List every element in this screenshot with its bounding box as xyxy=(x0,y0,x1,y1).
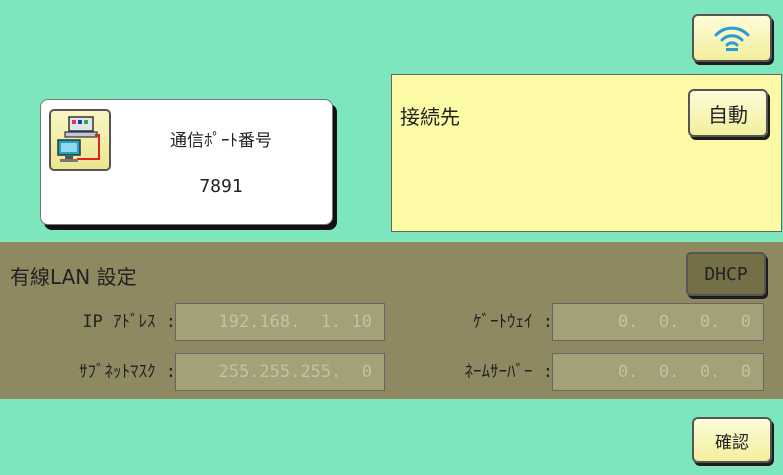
wired-lan-title: 有線LAN 設定 xyxy=(10,265,137,289)
confirm-button[interactable]: 確認 xyxy=(692,417,772,463)
gateway-field[interactable]: 0. 0. 0. 0 xyxy=(552,303,764,341)
connection-destination-label: 接続先 xyxy=(400,105,460,129)
network-computers-icon xyxy=(49,109,111,171)
gateway-label: ｹﾞｰﾄｳｪｲ : xyxy=(473,312,553,332)
connection-destination-panel: 接続先 自動 xyxy=(391,74,782,232)
subnet-mask-label: ｻﾌﾞﾈｯﾄﾏｽｸ : xyxy=(79,362,176,382)
port-number-value: 7891 xyxy=(199,176,243,197)
wifi-icon xyxy=(714,26,750,51)
ip-address-field[interactable]: 192.168. 1. 10 xyxy=(175,303,385,341)
name-server-label: ﾈｰﾑｻｰﾊﾞｰ : xyxy=(464,362,553,382)
port-number-label: 通信ﾎﾟｰﾄ番号 xyxy=(170,131,272,151)
dhcp-button[interactable]: DHCP xyxy=(686,252,766,296)
wifi-button[interactable] xyxy=(692,14,772,62)
ip-address-label: IP ｱﾄﾞﾚｽ : xyxy=(82,312,176,332)
wired-lan-settings-panel: 有線LAN 設定 DHCP IP ｱﾄﾞﾚｽ : 192.168. 1. 10 … xyxy=(0,242,783,399)
port-card[interactable]: 通信ﾎﾟｰﾄ番号 7891 xyxy=(40,99,333,225)
subnet-mask-field[interactable]: 255.255.255. 0 xyxy=(175,353,385,391)
name-server-field[interactable]: 0. 0. 0. 0 xyxy=(552,353,764,391)
auto-button[interactable]: 自動 xyxy=(688,89,768,137)
